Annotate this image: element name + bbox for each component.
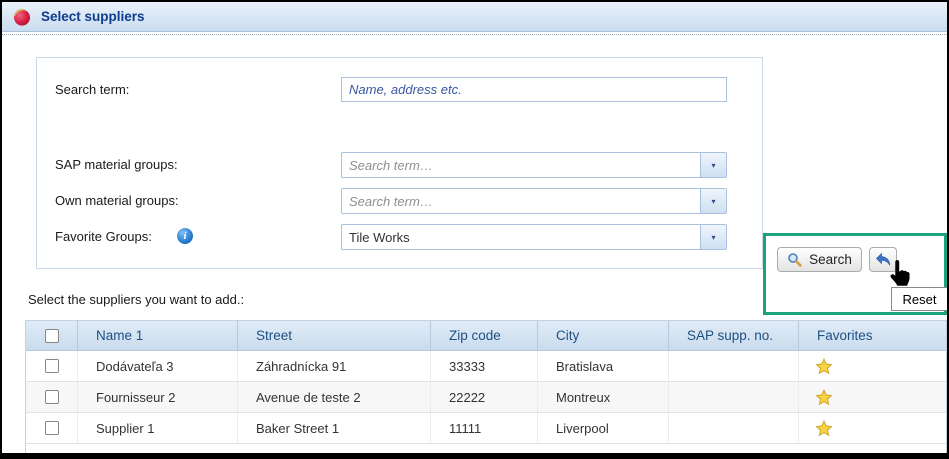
sap-material-groups-combo: ▾ (341, 152, 727, 178)
dialog-title: Select suppliers (41, 9, 145, 24)
reset-tooltip-text: Reset (903, 292, 937, 307)
select-all-checkbox[interactable] (45, 329, 59, 343)
header-divider (2, 34, 947, 35)
cell-zip: 11111 (431, 413, 538, 443)
cell-sap-no (669, 382, 799, 412)
favorite-groups-input[interactable] (342, 225, 700, 249)
cell-zip: 22222 (431, 382, 538, 412)
app-logo-icon (11, 6, 32, 27)
sap-material-groups-input[interactable] (342, 153, 700, 177)
own-material-groups-combo: ▾ (341, 188, 727, 214)
reset-tooltip: Reset (891, 287, 948, 311)
table-header-row: Name 1 Street Zip code City SAP supp. no… (26, 321, 946, 351)
sap-material-groups-dropdown-button[interactable]: ▾ (700, 153, 726, 177)
cell-name: Dodávateľa 3 (78, 351, 238, 381)
row-checkbox[interactable] (45, 421, 59, 435)
column-header-name[interactable]: Name 1 (78, 321, 238, 350)
favorite-groups-label: Favorite Groups: (55, 229, 152, 244)
sap-material-groups-label: SAP material groups: (55, 157, 178, 172)
cell-sap-no (669, 413, 799, 443)
search-icon (787, 252, 803, 268)
table-row[interactable]: Fournisseur 2 Avenue de teste 2 22222 Mo… (26, 382, 946, 413)
hand-cursor-icon (886, 258, 916, 290)
cell-city: Montreux (538, 382, 669, 412)
favorite-groups-combo: ▾ (341, 224, 727, 250)
suppliers-table: Name 1 Street Zip code City SAP supp. no… (25, 320, 947, 453)
favorite-star-icon[interactable] (815, 389, 833, 406)
select-suppliers-dialog: Select suppliers Search term: SAP materi… (0, 0, 949, 459)
search-term-input[interactable] (341, 77, 727, 102)
table-caption: Select the suppliers you want to add.: (28, 292, 244, 307)
cell-city: Bratislava (538, 351, 669, 381)
column-header-favorites[interactable]: Favorites (799, 321, 946, 350)
cell-street: Baker Street 1 (238, 413, 431, 443)
row-checkbox[interactable] (45, 359, 59, 373)
column-header-zip[interactable]: Zip code (431, 321, 538, 350)
column-header-street[interactable]: Street (238, 321, 431, 350)
info-glyph: i (183, 230, 186, 242)
favorite-groups-dropdown-button[interactable]: ▾ (700, 225, 726, 249)
cell-name: Fournisseur 2 (78, 382, 238, 412)
own-material-groups-input[interactable] (342, 189, 700, 213)
cell-sap-no (669, 351, 799, 381)
chevron-down-icon: ▾ (711, 197, 715, 206)
own-material-groups-label: Own material groups: (55, 193, 179, 208)
cell-street: Záhradnícka 91 (238, 351, 431, 381)
chevron-down-icon: ▾ (711, 161, 715, 170)
search-button[interactable]: Search (777, 247, 862, 272)
column-header-sap-no[interactable]: SAP supp. no. (669, 321, 799, 350)
dialog-titlebar: Select suppliers (2, 2, 947, 32)
own-material-groups-dropdown-button[interactable]: ▾ (700, 189, 726, 213)
cell-city: Liverpool (538, 413, 669, 443)
search-button-label: Search (809, 252, 852, 267)
table-row[interactable]: Dodávateľa 3 Záhradnícka 91 33333 Bratis… (26, 351, 946, 382)
table-row[interactable]: Supplier 1 Baker Street 1 11111 Liverpoo… (26, 413, 946, 444)
cell-street: Avenue de teste 2 (238, 382, 431, 412)
cell-zip: 33333 (431, 351, 538, 381)
cell-name: Supplier 1 (78, 413, 238, 443)
highlight-annotation-box: Search Reset (763, 233, 947, 315)
column-header-city[interactable]: City (538, 321, 669, 350)
favorite-star-icon[interactable] (815, 358, 833, 375)
info-icon[interactable]: i (177, 228, 193, 244)
search-term-label: Search term: (55, 82, 129, 97)
chevron-down-icon: ▾ (711, 233, 715, 242)
row-checkbox[interactable] (45, 390, 59, 404)
favorite-star-icon[interactable] (815, 420, 833, 437)
